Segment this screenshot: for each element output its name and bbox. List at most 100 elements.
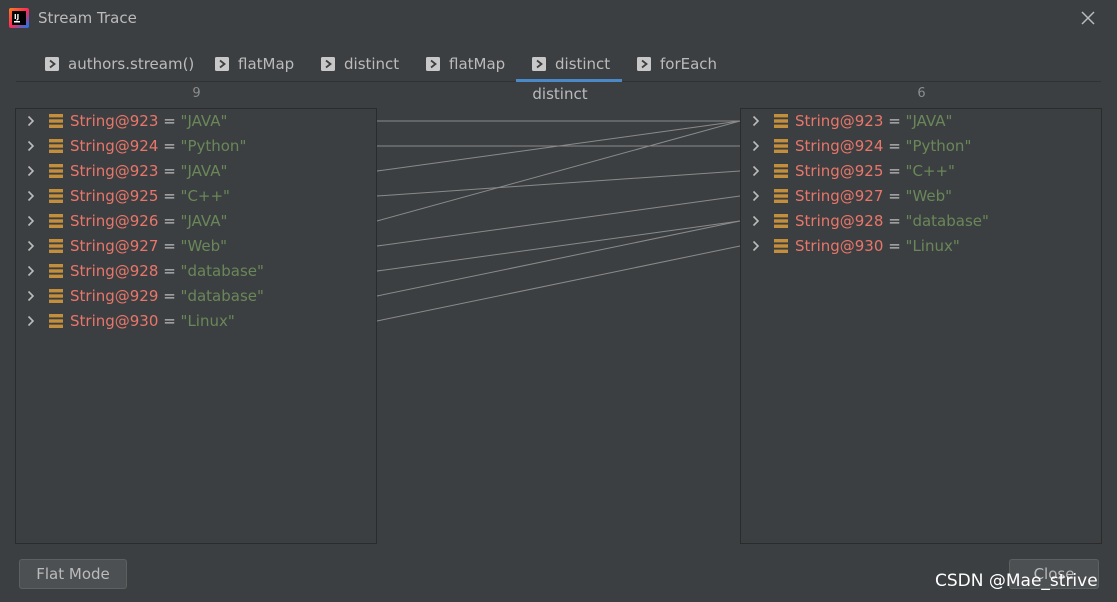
left-count-label: 9: [192, 86, 201, 101]
list-item[interactable]: String@923 = "JAVA": [741, 109, 1101, 134]
string-value: "Linux": [905, 237, 960, 255]
list-item[interactable]: String@925 = "C++": [16, 184, 376, 209]
chevron-right-icon[interactable]: [750, 140, 762, 152]
chevron-right-icon[interactable]: [25, 240, 37, 252]
object-field-icon: [49, 289, 63, 303]
list-item[interactable]: String@923 = "JAVA": [16, 159, 376, 184]
left-values-panel[interactable]: String@923 = "JAVA" String@924 = "Python"…: [15, 108, 377, 544]
string-value: "database": [905, 212, 989, 230]
mapping-line: [376, 120, 741, 222]
mapping-line: [376, 220, 741, 297]
list-item[interactable]: String@924 = "Python": [16, 134, 376, 159]
object-field-icon: [49, 214, 63, 228]
list-item[interactable]: String@930 = "Linux": [741, 234, 1101, 259]
stage-tabs: authors.stream() flatMap distinct flatMa…: [16, 46, 1101, 82]
list-item[interactable]: String@926 = "JAVA": [16, 209, 376, 234]
chevron-right-icon[interactable]: [25, 290, 37, 302]
value-text: String@925 = "C++": [795, 162, 955, 180]
equals-sign: =: [888, 212, 901, 230]
tab-authors-stream[interactable]: authors.stream(): [45, 46, 194, 81]
object-field-icon: [774, 114, 788, 128]
chevron-right-icon[interactable]: [25, 315, 37, 327]
string-value: "Linux": [180, 312, 235, 330]
equals-sign: =: [163, 112, 176, 130]
value-text: String@925 = "C++": [70, 187, 230, 205]
variable-name: String@924: [70, 137, 159, 155]
string-value: "JAVA": [905, 112, 953, 130]
equals-sign: =: [888, 112, 901, 130]
play-arrow-icon: [45, 56, 59, 71]
value-text: String@929 = "database": [70, 287, 264, 305]
list-item[interactable]: String@928 = "database": [741, 209, 1101, 234]
tab-flatmap-1[interactable]: flatMap: [215, 46, 294, 81]
list-item[interactable]: String@924 = "Python": [741, 134, 1101, 159]
list-item[interactable]: String@930 = "Linux": [16, 309, 376, 334]
mapping-line: [376, 195, 741, 247]
chevron-right-icon[interactable]: [750, 115, 762, 127]
list-item[interactable]: String@925 = "C++": [741, 159, 1101, 184]
value-text: String@927 = "Web": [795, 187, 952, 205]
variable-name: String@927: [795, 187, 884, 205]
chevron-right-icon[interactable]: [750, 215, 762, 227]
object-field-icon: [49, 114, 63, 128]
chevron-right-icon[interactable]: [750, 240, 762, 252]
chevron-right-icon[interactable]: [25, 115, 37, 127]
variable-name: String@928: [70, 262, 159, 280]
string-value: "C++": [905, 162, 955, 180]
chevron-right-icon[interactable]: [25, 215, 37, 227]
flat-mode-button[interactable]: Flat Mode: [19, 559, 127, 589]
equals-sign: =: [888, 187, 901, 205]
window-title: Stream Trace: [38, 9, 137, 27]
intellij-idea-icon: IJ: [9, 8, 29, 28]
string-value: "C++": [180, 187, 230, 205]
variable-name: String@927: [70, 237, 159, 255]
mapping-line: [376, 245, 741, 322]
title-bar: IJ Stream Trace: [0, 0, 1117, 38]
list-item[interactable]: String@927 = "Web": [741, 184, 1101, 209]
close-button[interactable]: Close: [1009, 559, 1099, 589]
value-text: String@930 = "Linux": [70, 312, 235, 330]
variable-name: String@926: [70, 212, 159, 230]
variable-name: String@923: [70, 162, 159, 180]
variable-name: String@925: [70, 187, 159, 205]
object-field-icon: [774, 139, 788, 153]
play-arrow-icon: [426, 56, 440, 71]
value-text: String@923 = "JAVA": [70, 112, 227, 130]
tab-label: flatMap: [449, 54, 506, 73]
list-item[interactable]: String@928 = "database": [16, 259, 376, 284]
chevron-right-icon[interactable]: [25, 165, 37, 177]
list-item[interactable]: String@923 = "JAVA": [16, 109, 376, 134]
chevron-right-icon[interactable]: [25, 190, 37, 202]
chevron-right-icon[interactable]: [25, 265, 37, 277]
string-value: "JAVA": [180, 162, 228, 180]
object-field-icon: [774, 239, 788, 253]
equals-sign: =: [888, 162, 901, 180]
tab-distinct-1[interactable]: distinct: [321, 46, 399, 81]
list-item[interactable]: String@927 = "Web": [16, 234, 376, 259]
list-item[interactable]: String@929 = "database": [16, 284, 376, 309]
play-arrow-icon: [215, 56, 229, 71]
variable-name: String@929: [70, 287, 159, 305]
value-text: String@927 = "Web": [70, 237, 227, 255]
chevron-right-icon[interactable]: [750, 190, 762, 202]
equals-sign: =: [163, 237, 176, 255]
right-values-panel[interactable]: String@923 = "JAVA" String@924 = "Python"…: [740, 108, 1102, 544]
string-value: "JAVA": [180, 112, 228, 130]
equals-sign: =: [163, 162, 176, 180]
string-value: "database": [180, 262, 264, 280]
variable-name: String@923: [70, 112, 159, 130]
play-arrow-icon: [321, 56, 335, 71]
object-field-icon: [49, 264, 63, 278]
chevron-right-icon[interactable]: [25, 140, 37, 152]
stream-trace-window: IJ Stream Trace authors.stream() flatMap…: [0, 0, 1117, 602]
tab-foreach[interactable]: forEach: [637, 46, 717, 81]
tab-distinct-2[interactable]: distinct: [515, 46, 623, 82]
value-text: String@928 = "database": [70, 262, 264, 280]
variable-name: String@925: [795, 162, 884, 180]
tab-label: distinct: [555, 54, 611, 73]
right-count-label: 6: [917, 86, 926, 101]
close-icon[interactable]: [1078, 8, 1098, 28]
tab-flatmap-2[interactable]: flatMap: [426, 46, 505, 81]
chevron-right-icon[interactable]: [750, 165, 762, 177]
svg-text:IJ: IJ: [14, 13, 19, 21]
